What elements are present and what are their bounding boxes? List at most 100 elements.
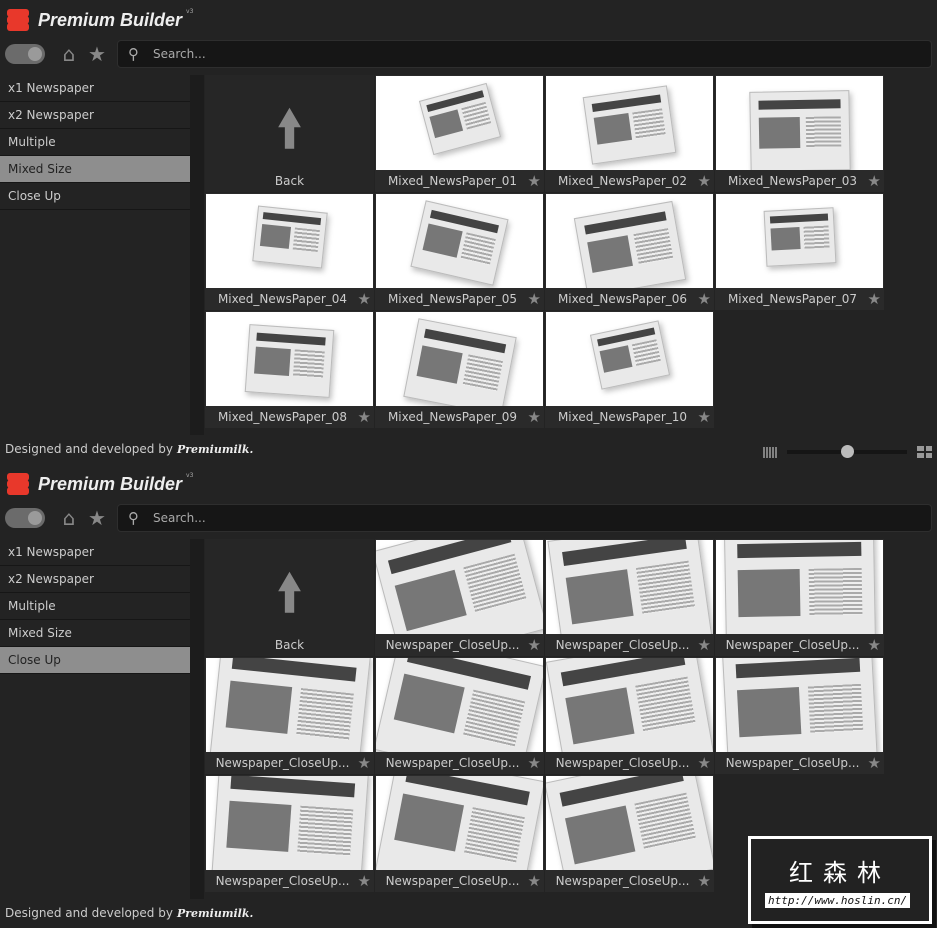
sidebar-item[interactable]: Mixed Size bbox=[0, 156, 190, 183]
asset-tile[interactable]: Mixed_NewsPaper_03 ★ bbox=[715, 75, 884, 192]
favorite-star-icon[interactable]: ★ bbox=[358, 872, 371, 890]
asset-name: Newspaper_CloseUp... bbox=[555, 756, 690, 770]
thumbnail bbox=[546, 540, 713, 634]
asset-tile[interactable]: Newspaper_CloseUp... ★ bbox=[545, 657, 714, 774]
asset-tile[interactable]: Newspaper_CloseUp... ★ bbox=[205, 657, 374, 774]
sidebar-item[interactable]: x1 Newspaper bbox=[0, 75, 190, 102]
asset-name: Newspaper_CloseUp... bbox=[215, 756, 350, 770]
thumbnail bbox=[546, 194, 713, 288]
sidebar-item[interactable]: x2 Newspaper bbox=[0, 102, 190, 129]
sidebar-item[interactable]: x1 Newspaper bbox=[0, 539, 190, 566]
favorite-star-icon[interactable]: ★ bbox=[698, 754, 711, 772]
thumbnail bbox=[376, 76, 543, 170]
favorite-star-icon[interactable]: ★ bbox=[358, 754, 371, 772]
sidebar-item[interactable]: x2 Newspaper bbox=[0, 566, 190, 593]
thumbnail bbox=[376, 540, 543, 634]
favorite-star-icon[interactable]: ★ bbox=[698, 408, 711, 426]
toolbar: ⌂ ★ ⚲ Search... bbox=[5, 504, 932, 532]
asset-tile[interactable]: Mixed_NewsPaper_04 ★ bbox=[205, 193, 374, 310]
favorite-star-icon[interactable]: ★ bbox=[868, 172, 881, 190]
sidebar-item[interactable]: Multiple bbox=[0, 129, 190, 156]
back-label: Back bbox=[274, 174, 305, 188]
asset-tile[interactable]: Newspaper_CloseUp... ★ bbox=[545, 539, 714, 656]
asset-tile[interactable]: Newspaper_CloseUp... ★ bbox=[375, 539, 544, 656]
sidebar-item[interactable]: Multiple bbox=[0, 593, 190, 620]
size-slider[interactable] bbox=[787, 445, 907, 458]
search-icon: ⚲ bbox=[128, 509, 139, 527]
favorite-star-icon[interactable]: ★ bbox=[868, 754, 881, 772]
favorite-star-icon[interactable]: ★ bbox=[698, 636, 711, 654]
back-tile[interactable]: 🠙 Back bbox=[205, 539, 374, 656]
back-tile[interactable]: 🠙 Back bbox=[205, 75, 374, 192]
thumbnail bbox=[716, 194, 883, 288]
favorite-star-icon[interactable]: ★ bbox=[698, 872, 711, 890]
search-input[interactable] bbox=[158, 505, 931, 531]
asset-tile[interactable]: Mixed_NewsPaper_10 ★ bbox=[545, 311, 714, 428]
home-icon[interactable]: ⌂ bbox=[55, 506, 83, 530]
favorite-star-icon[interactable]: ★ bbox=[358, 290, 371, 308]
thumbnail bbox=[206, 194, 373, 288]
asset-tile[interactable]: Newspaper_CloseUp... ★ bbox=[545, 775, 714, 892]
favorite-star-icon[interactable]: ★ bbox=[528, 408, 541, 426]
thumbnail bbox=[206, 312, 373, 406]
asset-name: Newspaper_CloseUp... bbox=[725, 638, 860, 652]
sidebar: x1 Newspaper x2 Newspaper Multiple Mixed Si… bbox=[0, 75, 190, 210]
thumbnail bbox=[376, 194, 543, 288]
scrollbar[interactable] bbox=[190, 539, 204, 899]
favorite-star-icon[interactable]: ★ bbox=[358, 408, 371, 426]
thumbnail bbox=[716, 658, 883, 752]
large-grid-icon[interactable] bbox=[917, 446, 932, 458]
footer-brand: Premiumilk. bbox=[176, 443, 254, 456]
favorite-star-icon[interactable]: ★ bbox=[528, 754, 541, 772]
small-grid-icon[interactable] bbox=[763, 446, 777, 458]
thumbnail bbox=[546, 776, 713, 870]
asset-tile[interactable]: Mixed_NewsPaper_05 ★ bbox=[375, 193, 544, 310]
search-input[interactable] bbox=[158, 41, 931, 67]
asset-name: Newspaper_CloseUp... bbox=[385, 874, 520, 888]
thumbnail bbox=[716, 76, 883, 170]
asset-tile[interactable]: Newspaper_CloseUp... ★ bbox=[375, 657, 544, 774]
toggle-switch[interactable] bbox=[5, 44, 45, 64]
asset-name: Newspaper_CloseUp... bbox=[215, 874, 350, 888]
asset-tile[interactable]: Mixed_NewsPaper_01 ★ bbox=[375, 75, 544, 192]
favorite-star-icon[interactable]: ★ bbox=[868, 290, 881, 308]
asset-name: Newspaper_CloseUp... bbox=[385, 638, 520, 652]
asset-name: Mixed_NewsPaper_04 bbox=[217, 292, 348, 306]
favorite-star-icon[interactable]: ★ bbox=[528, 872, 541, 890]
favorite-star-icon[interactable]: ★ bbox=[698, 172, 711, 190]
asset-name: Newspaper_CloseUp... bbox=[385, 756, 520, 770]
asset-tile[interactable]: Mixed_NewsPaper_07 ★ bbox=[715, 193, 884, 310]
footer: Designed and developed by Premiumilk. bbox=[5, 442, 253, 456]
asset-tile[interactable]: Newspaper_CloseUp... ★ bbox=[205, 775, 374, 892]
asset-tile[interactable]: Newspaper_CloseUp... ★ bbox=[715, 657, 884, 774]
toggle-switch[interactable] bbox=[5, 508, 45, 528]
watermark-title: 红森林 bbox=[789, 859, 891, 887]
layers-logo-icon bbox=[6, 473, 30, 495]
favorite-star-icon[interactable]: ★ bbox=[698, 290, 711, 308]
home-icon[interactable]: ⌂ bbox=[55, 42, 83, 66]
favorite-star-icon[interactable]: ★ bbox=[868, 636, 881, 654]
asset-tile[interactable]: Newspaper_CloseUp... ★ bbox=[375, 775, 544, 892]
asset-tile[interactable]: Newspaper_CloseUp... ★ bbox=[715, 539, 884, 656]
app-version: v3 bbox=[186, 8, 194, 15]
asset-tile[interactable]: Mixed_NewsPaper_06 ★ bbox=[545, 193, 714, 310]
footer: Designed and developed by Premiumilk. bbox=[5, 906, 253, 920]
arrow-up-icon: 🠙 bbox=[276, 564, 303, 622]
sidebar-item[interactable]: Mixed Size bbox=[0, 620, 190, 647]
favorite-star-icon[interactable]: ★ bbox=[528, 290, 541, 308]
asset-name: Mixed_NewsPaper_07 bbox=[727, 292, 858, 306]
asset-tile[interactable]: Mixed_NewsPaper_02 ★ bbox=[545, 75, 714, 192]
thumbnail bbox=[206, 658, 373, 752]
favorite-star-icon[interactable]: ★ bbox=[528, 172, 541, 190]
star-icon[interactable]: ★ bbox=[83, 42, 111, 66]
star-icon[interactable]: ★ bbox=[83, 506, 111, 530]
asset-name: Mixed_NewsPaper_08 bbox=[217, 410, 348, 424]
asset-tile[interactable]: Mixed_NewsPaper_09 ★ bbox=[375, 311, 544, 428]
scrollbar[interactable] bbox=[190, 75, 204, 435]
asset-tile[interactable]: Mixed_NewsPaper_08 ★ bbox=[205, 311, 374, 428]
thumbnail bbox=[376, 776, 543, 870]
builder-panel: Premium Builder v3 ⌂ ★ ⚲ Search... x1 Newspa… bbox=[0, 0, 937, 464]
favorite-star-icon[interactable]: ★ bbox=[528, 636, 541, 654]
sidebar-item[interactable]: Close Up bbox=[0, 647, 190, 674]
sidebar-item[interactable]: Close Up bbox=[0, 183, 190, 210]
